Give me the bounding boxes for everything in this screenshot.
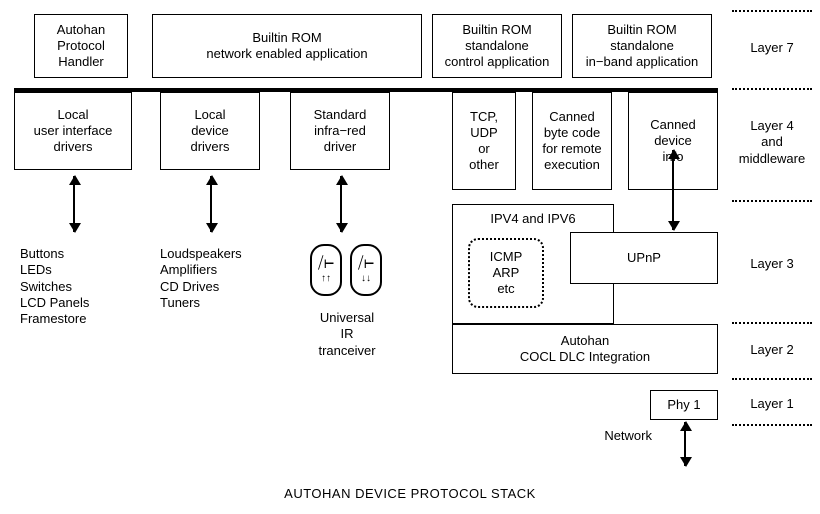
box-cocl: AutohanCOCL DLC Integration <box>452 324 718 374</box>
up-arrows-icon: ↑↑ <box>321 274 331 284</box>
title: AUTOHAN DEVICE PROTOCOL STACK <box>0 486 820 501</box>
layer2: Layer 2 <box>732 342 812 358</box>
layer1: Layer 1 <box>732 396 812 412</box>
arrow-ir <box>340 176 342 232</box>
diode-icon: ⧸⊢ <box>358 256 374 272</box>
dot-4 <box>732 378 812 380</box>
box-upnp: UPnP <box>570 232 718 284</box>
dot-0 <box>732 10 812 12</box>
arrow-dev <box>210 176 212 232</box>
list-dev: LoudspeakersAmplifiersCD DrivesTuners <box>160 246 290 311</box>
box-ui-drivers: Localuser interfacedrivers <box>14 92 132 170</box>
ir-diode-tx: ⧸⊢ ↑↑ <box>310 244 342 296</box>
box-device-drivers: Localdevicedrivers <box>160 92 260 170</box>
diagram: AutohanProtocolHandler Builtin ROMnetwor… <box>0 0 820 514</box>
ir-diode-rx: ⧸⊢ ↓↓ <box>350 244 382 296</box>
dot-3 <box>732 322 812 324</box>
box-ir-driver: Standardinfra−reddriver <box>290 92 390 170</box>
box-inband-app: Builtin ROMstandalonein−band application <box>572 14 712 78</box>
diode-icon: ⧸⊢ <box>318 256 334 272</box>
layer7: Layer 7 <box>732 40 812 56</box>
layer3: Layer 3 <box>732 256 812 272</box>
list-ui: ButtonsLEDsSwitchesLCD PanelsFramestore <box>20 246 150 327</box>
dot-5 <box>732 424 812 426</box>
box-control-app: Builtin ROMstandalonecontrol application <box>432 14 562 78</box>
network-label: Network <box>592 428 652 444</box>
arrow-devinfo-upnp <box>672 150 674 230</box>
layer4: Layer 4andmiddleware <box>732 118 812 167</box>
arrow-phy-net <box>684 422 686 466</box>
box-phy: Phy 1 <box>650 390 718 420</box>
box-icmp: ICMPARPetc <box>468 238 544 308</box>
down-arrows-icon: ↓↓ <box>361 274 371 284</box>
box-network-app: Builtin ROMnetwork enabled application <box>152 14 422 78</box>
box-tcp: TCP,UDPorother <box>452 92 516 190</box>
dot-2 <box>732 200 812 202</box>
box-bytecode: Cannedbyte codefor remoteexecution <box>532 92 612 190</box>
arrow-ui <box>73 176 75 232</box>
dot-1 <box>732 88 812 90</box>
box-autohan-handler: AutohanProtocolHandler <box>34 14 128 78</box>
ir-label: UniversalIRtranceiver <box>302 310 392 359</box>
